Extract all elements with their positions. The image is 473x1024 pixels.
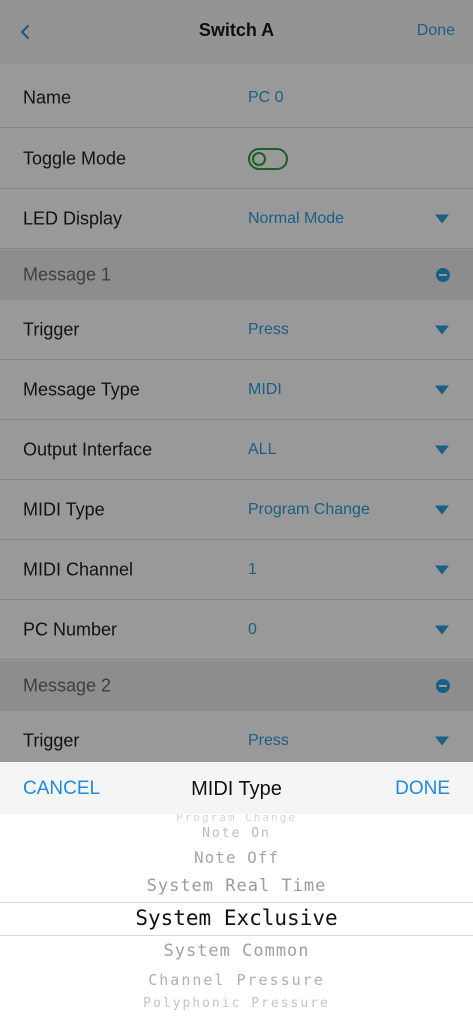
picker-done-button[interactable]: DONE [395, 778, 450, 800]
wheel-option[interactable]: Channel Pressure [0, 971, 473, 989]
modal-dim-overlay[interactable] [0, 0, 473, 762]
wheel-option[interactable]: System Real Time [0, 876, 473, 896]
picker-toolbar: CANCEL MIDI Type DONE [0, 762, 473, 814]
selection-top-line [0, 902, 473, 903]
wheel-option[interactable]: Program Change [0, 814, 473, 824]
midi-type-wheel[interactable]: Program Change Note On Note Off System R… [0, 814, 473, 1024]
wheel-option[interactable]: System Common [0, 941, 473, 961]
wheel-option[interactable]: Polyphonic Pressure [0, 996, 473, 1011]
settings-screen: Switch A Done Name PC 0 Toggle Mode LED … [0, 0, 473, 762]
wheel-option-selected[interactable]: System Exclusive [0, 906, 473, 930]
selection-bottom-line [0, 935, 473, 936]
wheel-option[interactable]: Note Off [0, 848, 473, 867]
wheel-option[interactable]: Note On [0, 826, 473, 841]
